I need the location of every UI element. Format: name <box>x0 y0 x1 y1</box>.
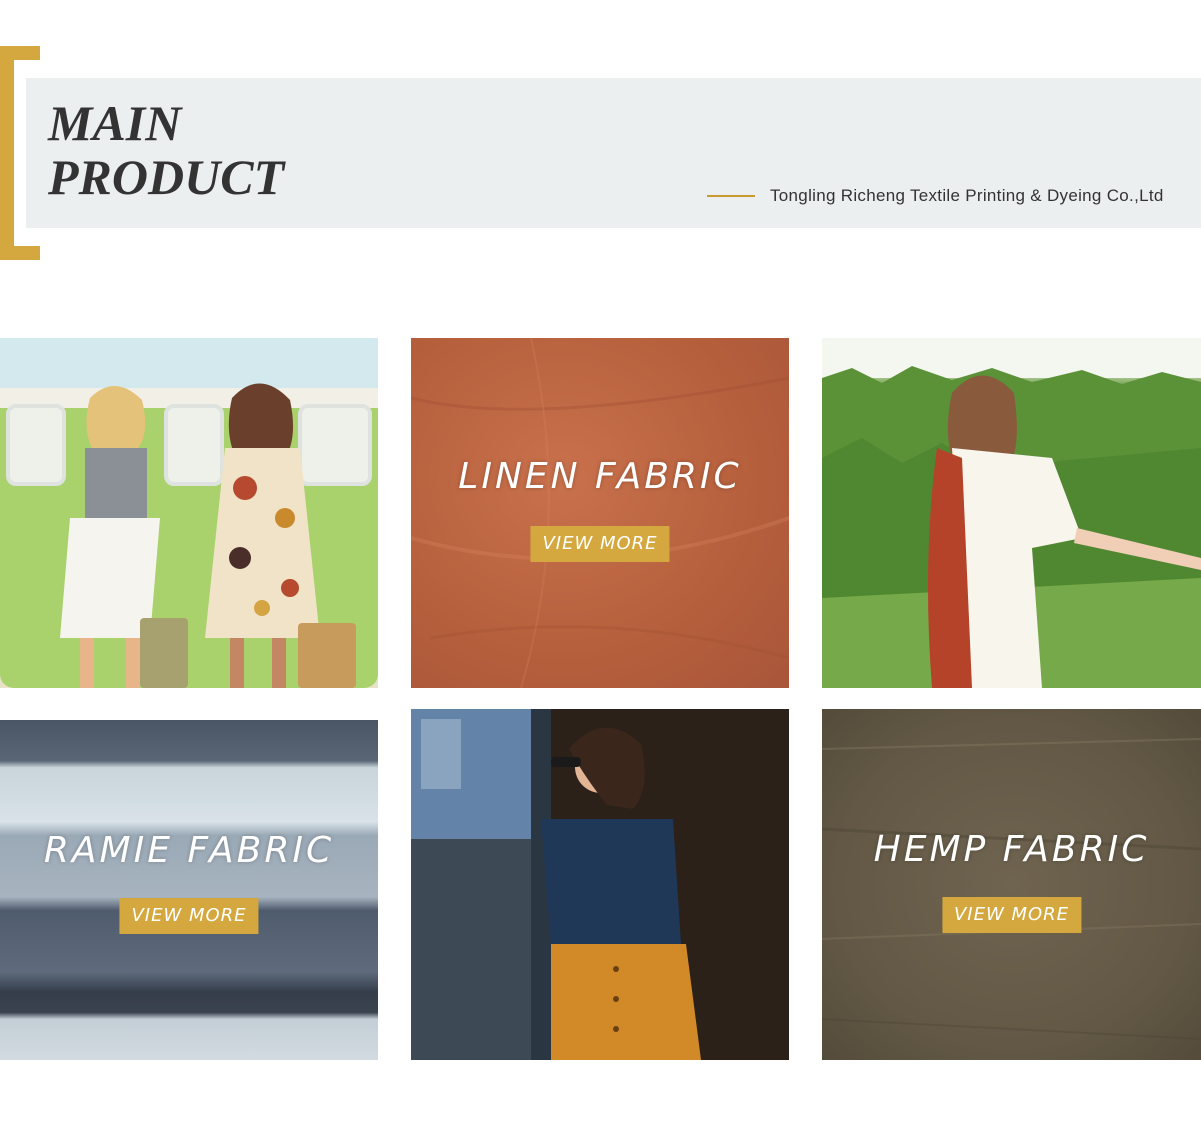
hemp-view-more-button[interactable]: VIEW MORE <box>941 897 1082 933</box>
linen-texture <box>411 338 789 688</box>
ramie-label: RAMIE FABRIC <box>43 830 335 871</box>
linen-view-more-button[interactable]: VIEW MORE <box>530 526 670 562</box>
women-van-image <box>0 338 378 688</box>
woman-forest-image <box>822 338 1201 688</box>
company-accent-line <box>707 195 755 197</box>
page-title-line1: MAIN <box>48 95 182 151</box>
product-photo-woman-doorway[interactable] <box>411 709 789 1060</box>
company-name: Tongling Richeng Textile Printing & Dyei… <box>770 186 1164 205</box>
hemp-label: HEMP FABRIC <box>873 829 1150 870</box>
ramie-view-more-button[interactable]: VIEW MORE <box>119 898 259 934</box>
product-card-hemp[interactable]: HEMP FABRIC VIEW MORE <box>822 709 1201 1060</box>
bracket-bar <box>0 46 14 260</box>
woman-doorway-image <box>411 709 789 1060</box>
bracket-cap-top <box>0 46 40 60</box>
linen-label: LINEN FABRIC <box>458 456 742 497</box>
bracket-cap-bottom <box>0 246 40 260</box>
hemp-texture <box>822 738 1201 1040</box>
product-card-linen[interactable]: LINEN FABRIC VIEW MORE <box>411 338 789 688</box>
page-title-line2: PRODUCT <box>48 149 285 205</box>
product-card-ramie[interactable]: RAMIE FABRIC VIEW MORE <box>0 720 378 1060</box>
product-photo-woman-forest[interactable] <box>822 338 1201 688</box>
product-photo-women-van[interactable] <box>0 338 378 688</box>
page-title: MAIN PRODUCT <box>48 96 284 204</box>
